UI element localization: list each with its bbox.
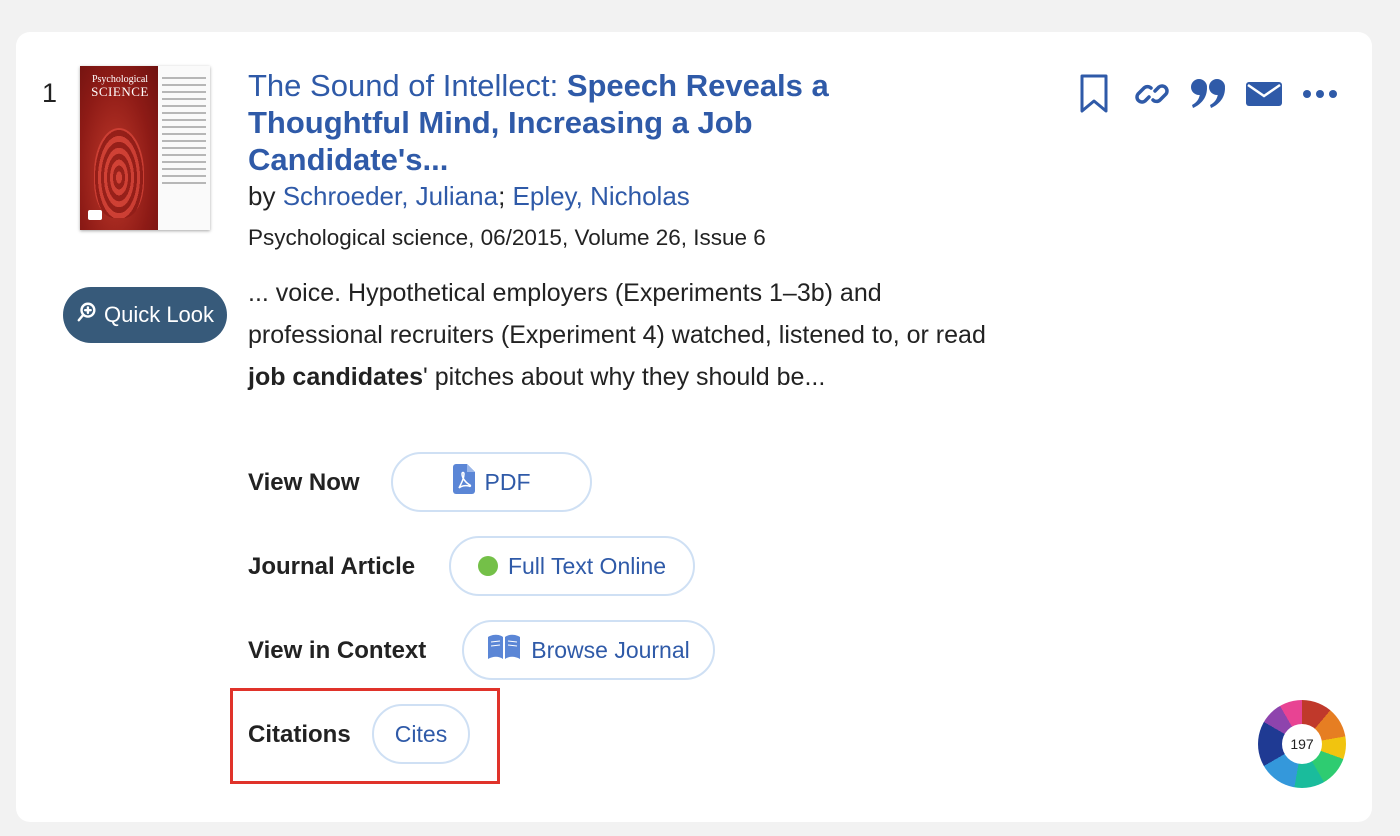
snippet-text: ... voice. Hypothetical employers (Exper… [248,279,986,349]
quick-look-label: Quick Look [103,302,215,327]
result-number: 1 [42,78,58,108]
browse-journal-button[interactable]: Browse Journal [462,620,715,680]
availability-dot-icon [477,556,498,576]
link-icon[interactable] [1132,72,1172,116]
pdf-button-label: PDF [484,468,531,495]
journal-article-label: Journal Article [248,553,416,580]
email-icon[interactable] [1244,72,1284,116]
magnify-plus-icon [76,301,98,329]
author-separator: ; [498,181,513,211]
cover-art-rings [94,128,144,218]
result-title[interactable]: The Sound of Intellect: Speech Reveals a… [248,67,948,178]
full-text-online-label: Full Text Online [507,552,667,579]
quick-look-button[interactable]: Quick Look [63,287,227,343]
title-highlight: Job [697,105,753,140]
title-part: The Sound of Intellect: [248,68,567,103]
pdf-button[interactable]: PDF [391,452,592,512]
title-part: Candidate's... [248,142,449,177]
cover-publisher-logo [88,210,102,220]
publication-source: Psychological science, 06/2015, Volume 2… [248,225,766,250]
more-icon[interactable] [1300,72,1340,116]
result-title-link[interactable]: The Sound of Intellect: Speech Reveals a… [248,68,829,177]
title-highlight: Speech [566,68,678,103]
open-book-icon [487,634,521,666]
view-now-label: View Now [248,469,360,496]
pdf-file-icon [452,464,475,500]
highlight-annotation-box [230,688,500,784]
cover-toc-lines [162,72,206,189]
cover-masthead: Psychological SCIENCE [86,75,154,99]
abstract-snippet: ... voice. Hypothetical employers (Exper… [248,272,993,398]
cover-masthead-line2: SCIENCE [91,84,149,99]
journal-cover-thumbnail[interactable]: Psychological SCIENCE [80,66,210,230]
snippet-highlight: job candidates [248,363,424,391]
authors-line: by Schroeder, Juliana; Epley, Nicholas [248,181,690,212]
altmetric-badge[interactable]: 197 [1258,700,1346,788]
quote-icon[interactable] [1188,72,1228,116]
author-link[interactable]: Epley, Nicholas [513,181,690,211]
authors-prefix: by [248,181,283,211]
snippet-text: ' pitches about why they should be... [423,363,826,391]
full-text-online-button[interactable]: Full Text Online [449,536,695,596]
bookmark-icon[interactable] [1074,72,1114,116]
altmetric-score: 197 [1282,724,1322,764]
browse-journal-label: Browse Journal [531,636,690,663]
author-link[interactable]: Schroeder, Juliana [283,181,498,211]
view-in-context-label: View in Context [248,637,427,664]
